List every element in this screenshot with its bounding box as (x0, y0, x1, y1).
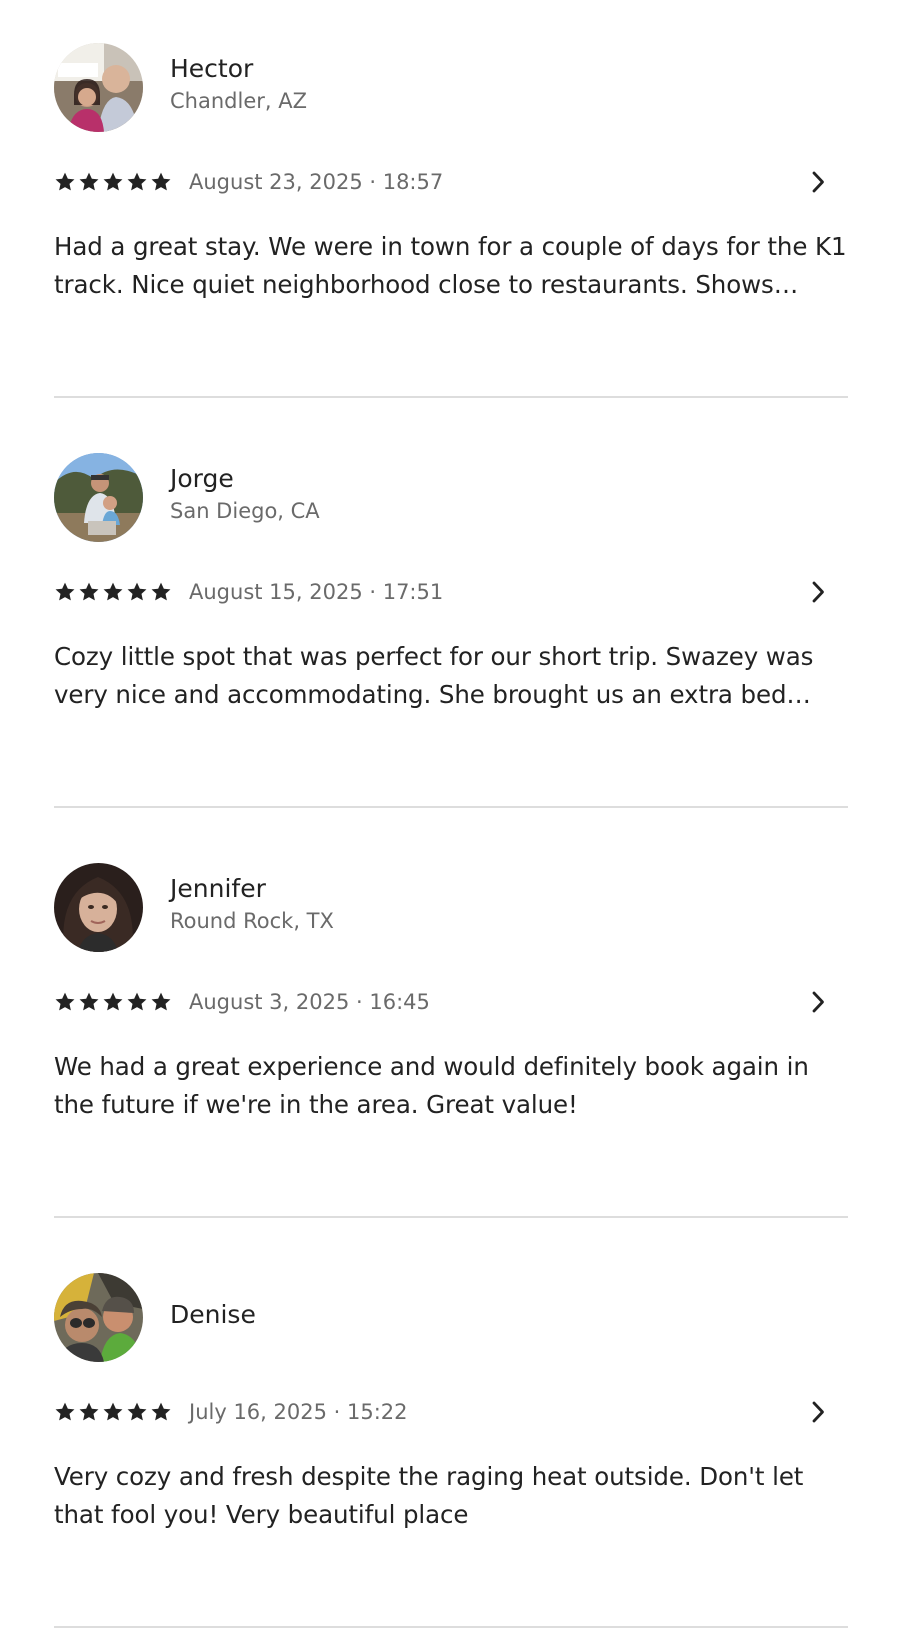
review-meta-row: July 16, 2025 · 15:22 (54, 1396, 900, 1428)
star-icon (55, 582, 75, 601)
star-rating (54, 581, 172, 603)
reviewer-name: Jennifer (170, 874, 266, 903)
review-text[interactable]: Very cozy and fresh despite the raging h… (54, 1458, 848, 1534)
divider (54, 396, 848, 398)
reviewer-meta: Jennifer Round Rock, TX (170, 873, 334, 937)
star-icon (79, 1402, 99, 1421)
star-icon (127, 1402, 147, 1421)
chevron-right-icon[interactable] (804, 168, 832, 196)
star-rating (54, 171, 172, 193)
avatar[interactable] (54, 452, 143, 542)
avatar[interactable] (54, 42, 143, 132)
star-icon (103, 1402, 123, 1421)
review-item: Jennifer Round Rock, TX August 3, 2025 ·… (0, 820, 900, 1218)
divider (54, 1216, 848, 1218)
reviewer-name: Hector (170, 54, 254, 83)
review-date: August 15, 2025 · 17:51 (189, 580, 444, 604)
review-meta-row: August 15, 2025 · 17:51 (54, 576, 900, 608)
star-icon (151, 172, 171, 191)
review-meta-row: August 23, 2025 · 18:57 (54, 166, 900, 198)
reviewer-location: Chandler, AZ (170, 89, 307, 113)
star-icon (151, 582, 171, 601)
review-date: July 16, 2025 · 15:22 (189, 1400, 408, 1424)
review-text[interactable]: We had a great experience and would defi… (54, 1048, 848, 1124)
review-item: Jorge San Diego, CA August 15, 2025 · 17… (0, 410, 900, 808)
review-meta-row: August 3, 2025 · 16:45 (54, 986, 900, 1018)
star-icon (103, 992, 123, 1011)
avatar[interactable] (54, 1272, 143, 1362)
reviews-list: Hector Chandler, AZ August 23, 2025 · 18… (0, 0, 900, 1628)
review-date: August 3, 2025 · 16:45 (189, 990, 430, 1014)
reviewer-info[interactable]: Denise (54, 1272, 256, 1362)
chevron-right-icon[interactable] (804, 578, 832, 606)
star-rating (54, 991, 172, 1013)
reviewer-meta: Denise (170, 1299, 256, 1331)
avatar[interactable] (54, 862, 143, 952)
chevron-right-icon[interactable] (804, 988, 832, 1016)
star-icon (103, 172, 123, 191)
reviewer-info[interactable]: Jorge San Diego, CA (54, 452, 320, 542)
star-rating (54, 1401, 172, 1423)
reviewer-meta: Hector Chandler, AZ (170, 53, 307, 117)
review-text[interactable]: Cozy little spot that was perfect for ou… (54, 638, 848, 714)
star-icon (151, 1402, 171, 1421)
chevron-right-icon[interactable] (804, 1398, 832, 1426)
star-icon (103, 582, 123, 601)
reviewer-name: Jorge (170, 464, 234, 493)
reviewer-location: Round Rock, TX (170, 909, 334, 933)
review-item: Hector Chandler, AZ August 23, 2025 · 18… (0, 0, 900, 398)
review-date: August 23, 2025 · 18:57 (189, 170, 444, 194)
reviewer-info[interactable]: Jennifer Round Rock, TX (54, 862, 334, 952)
star-icon (79, 992, 99, 1011)
star-icon (127, 582, 147, 601)
star-icon (127, 172, 147, 191)
star-icon (127, 992, 147, 1011)
reviewer-location: San Diego, CA (170, 499, 320, 523)
star-icon (55, 172, 75, 191)
star-icon (55, 1402, 75, 1421)
star-icon (151, 992, 171, 1011)
review-item: Denise July 16, 2025 · 15:22 Very cozy a… (0, 1230, 900, 1628)
divider (54, 806, 848, 808)
star-icon (55, 992, 75, 1011)
star-icon (79, 172, 99, 191)
review-text[interactable]: Had a great stay. We were in town for a … (54, 228, 848, 304)
reviewer-info[interactable]: Hector Chandler, AZ (54, 42, 307, 132)
star-icon (79, 582, 99, 601)
reviewer-name: Denise (170, 1300, 256, 1329)
reviewer-meta: Jorge San Diego, CA (170, 463, 320, 527)
